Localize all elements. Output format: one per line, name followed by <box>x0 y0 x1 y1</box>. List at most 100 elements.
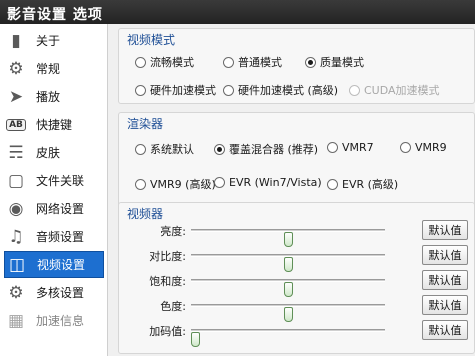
gain-slider-thumb[interactable] <box>190 332 200 347</box>
sidebar-item-hotkeys[interactable]: AB 快捷键 <box>4 111 104 138</box>
radio-label: 覆盖混合器 (推荐) <box>229 143 319 156</box>
saturation-label: 饱和度: <box>149 275 186 288</box>
radio-renderer-vmr9[interactable]: VMR9 <box>400 141 447 154</box>
radio-renderer-vmr9-advanced[interactable]: VMR9 (高级) <box>135 176 216 192</box>
radio-hw-accel-mode[interactable]: 硬件加速模式 <box>135 82 216 98</box>
radio-renderer-evr-advanced[interactable]: EVR (高级) <box>327 176 398 192</box>
globe-icon: ◉ <box>8 198 24 219</box>
gain-reset-button[interactable]: 默认值 <box>422 320 468 340</box>
sidebar-item-file-association[interactable]: ▢ 文件关联 <box>4 167 104 194</box>
video-mode-group: 视频模式 流畅模式 普通模式 质量模式 硬件加速模式 硬件加速模式 (高级) C… <box>118 28 475 104</box>
folder-icon: ▢ <box>7 170 25 191</box>
sidebar-item-audio[interactable]: ♫ 音频设置 <box>4 223 104 250</box>
sidebar-item-acceleration[interactable]: ▦ 加速信息 <box>4 307 104 334</box>
video-mode-title: 视频模式 <box>127 33 176 47</box>
sidebar-item-label: 播放 <box>36 90 61 104</box>
sidebar-item-label: 视频设置 <box>37 258 86 272</box>
brightness-reset-button[interactable]: 默认值 <box>422 220 468 240</box>
gain-row: 加码值: 默认值 <box>119 320 475 347</box>
radio-label: EVR (Win7/Vista) <box>229 176 322 189</box>
radio-smooth-mode[interactable]: 流畅模式 <box>135 54 194 70</box>
radio-renderer-vmr7[interactable]: VMR7 <box>327 141 374 154</box>
radio-renderer-overlay-mixer[interactable]: 覆盖混合器 (推荐) <box>214 141 318 157</box>
radio-label: 流畅模式 <box>150 56 194 69</box>
radio-cuda-accel-mode: CUDA加速模式 <box>349 82 440 98</box>
sidebar-item-network[interactable]: ◉ 网络设置 <box>4 195 104 222</box>
radio-indicator <box>214 177 225 188</box>
window-title: 影音设置 选项 <box>7 7 103 23</box>
radio-label: VMR9 <box>415 141 447 154</box>
play-arrow-icon: ➤ <box>8 86 24 107</box>
renderer-group: 渲染器 系统默认 覆盖混合器 (推荐) VMR7 VMR9 VMR9 (高级) … <box>118 112 475 212</box>
radio-indicator <box>135 178 146 190</box>
saturation-row: 饱和度: 默认值 <box>119 270 475 297</box>
settings-content: 视频模式 流畅模式 普通模式 质量模式 硬件加速模式 硬件加速模式 (高级) C… <box>108 24 475 356</box>
radio-indicator <box>135 56 146 68</box>
radio-label: 硬件加速模式 <box>150 84 216 97</box>
radio-indicator <box>223 56 234 68</box>
sidebar-item-label: 音频设置 <box>36 230 85 244</box>
gain-label: 加码值: <box>149 325 186 338</box>
sidebar-item-label: 多核设置 <box>36 286 85 300</box>
hue-row: 色度: 默认值 <box>119 295 475 322</box>
acceleration-icon: ▦ <box>7 310 25 331</box>
brightness-row: 亮度: 默认值 <box>119 220 475 247</box>
sidebar-item-label: 快捷键 <box>36 118 73 132</box>
radio-label: EVR (高级) <box>342 178 399 191</box>
contrast-label: 对比度: <box>149 250 186 263</box>
video-adjust-group: 视频器 亮度: 默认值 对比度: 默认值 饱和度: 默认值 色度: 默认值 加码… <box>118 202 475 354</box>
sidebar-item-label: 文件关联 <box>36 174 85 188</box>
ab-key-icon-text: AB <box>6 118 26 131</box>
radio-renderer-evr[interactable]: EVR (Win7/Vista) <box>214 176 322 189</box>
radio-normal-mode[interactable]: 普通模式 <box>223 54 282 70</box>
radio-quality-mode[interactable]: 质量模式 <box>305 54 364 70</box>
radio-hw-accel-advanced-mode[interactable]: 硬件加速模式 (高级) <box>223 82 338 98</box>
sidebar-item-about[interactable]: ▮ 关于 <box>4 27 104 54</box>
ab-key-icon: AB <box>4 113 28 137</box>
audio-icon: ♫ <box>8 226 24 247</box>
radio-label: 质量模式 <box>320 56 364 69</box>
radio-indicator <box>135 143 146 155</box>
renderer-title: 渲染器 <box>127 117 164 131</box>
contrast-row: 对比度: 默认值 <box>119 245 475 272</box>
radio-label: 硬件加速模式 (高级) <box>238 84 339 97</box>
radio-indicator <box>223 84 234 96</box>
sidebar-item-label: 网络设置 <box>36 202 85 216</box>
radio-label: 系统默认 <box>150 143 194 156</box>
title-bar: 影音设置 选项 <box>0 0 475 24</box>
radio-indicator <box>135 84 146 96</box>
contrast-reset-button[interactable]: 默认值 <box>422 245 468 265</box>
sidebar-item-video[interactable]: ◫ 视频设置 <box>4 251 104 278</box>
gain-slider-track[interactable] <box>190 329 385 347</box>
sidebar-item-skin[interactable]: ☴ 皮肤 <box>4 139 104 166</box>
tv-icon: ◫ <box>8 254 26 275</box>
radio-renderer-system-default[interactable]: 系统默认 <box>135 141 194 157</box>
sidebar-item-multicore[interactable]: ⚙ 多核设置 <box>4 279 104 306</box>
radio-indicator <box>327 142 338 153</box>
sidebar-item-general[interactable]: ⚙ 常规 <box>4 55 104 82</box>
contrast-slider-track[interactable] <box>191 254 385 272</box>
gear-icon: ⚙ <box>8 58 24 79</box>
sidebar-item-label: 皮肤 <box>36 146 61 160</box>
radio-label: VMR7 <box>342 141 374 154</box>
shirt-icon: ☴ <box>8 142 24 163</box>
brightness-label: 亮度: <box>160 225 186 238</box>
radio-indicator <box>327 178 338 190</box>
multicore-gear-icon: ⚙ <box>8 282 24 303</box>
sidebar-item-label: 常规 <box>36 62 61 76</box>
brightness-slider-track[interactable] <box>191 229 385 247</box>
sidebar-item-playback[interactable]: ➤ 播放 <box>4 83 104 110</box>
hue-slider-track[interactable] <box>191 304 385 322</box>
sidebar-item-label: 加速信息 <box>36 314 85 328</box>
saturation-reset-button[interactable]: 默认值 <box>422 270 468 290</box>
radio-indicator <box>349 84 360 96</box>
radio-label: CUDA加速模式 <box>364 84 440 97</box>
hue-reset-button[interactable]: 默认值 <box>422 295 468 315</box>
radio-indicator <box>214 143 225 155</box>
hue-label: 色度: <box>160 300 186 313</box>
settings-sidebar: ▮ 关于 ⚙ 常规 ➤ 播放 AB 快捷键 ☴ 皮肤 ▢ 文件关联 ◉ 网络设置… <box>0 24 108 356</box>
saturation-slider-track[interactable] <box>191 279 385 297</box>
radio-label: VMR9 (高级) <box>150 178 216 191</box>
sidebar-item-label: 关于 <box>36 34 61 48</box>
radio-label: 普通模式 <box>238 56 282 69</box>
